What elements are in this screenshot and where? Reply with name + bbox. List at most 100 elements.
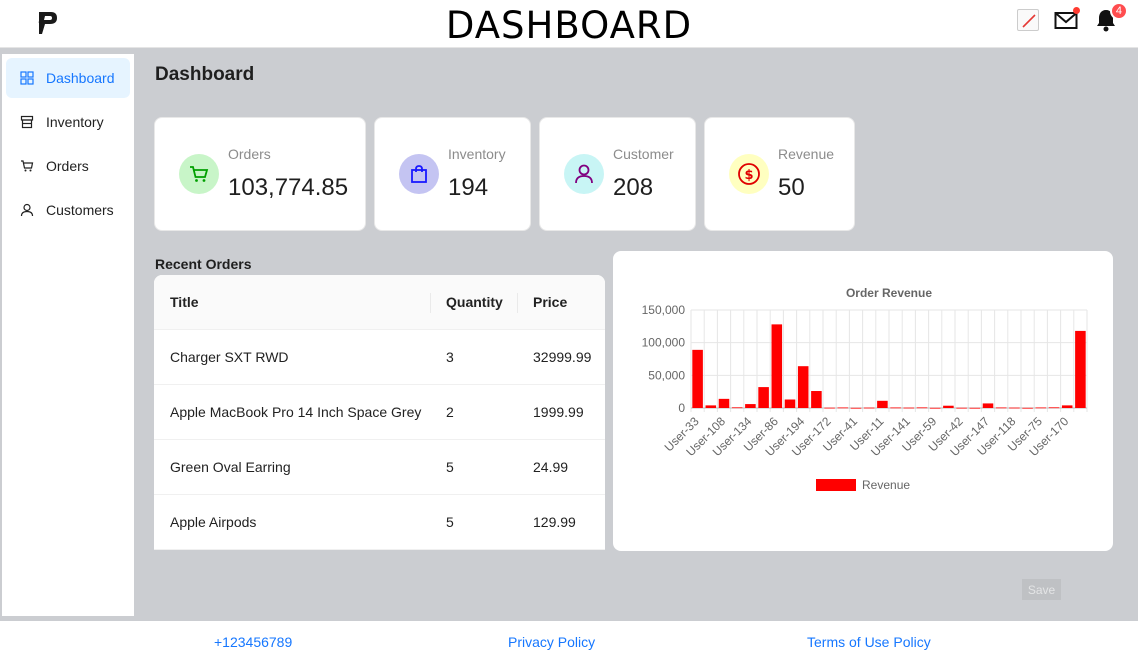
bar [1022,407,1033,409]
sidebar-item-label: Dashboard [46,70,115,86]
bar [982,403,994,408]
recent-orders-title: Recent Orders [155,256,252,272]
cell-quantity: 5 [446,514,454,530]
privacy-policy-link[interactable]: Privacy Policy [508,634,595,650]
edit-button[interactable] [1016,8,1040,32]
stat-card-inventory: Inventory 194 [374,117,531,231]
cell-title: Apple Airpods [170,514,257,530]
cell-quantity: 5 [446,459,454,475]
bar [1075,330,1086,408]
bar [929,407,941,409]
bar [943,405,954,408]
bar [718,398,730,408]
table-row[interactable]: Apple MacBook Pro 14 Inch Space Grey 2 1… [154,385,605,440]
app-title: DASHBOARD [445,4,693,47]
y-tick-label: 150,000 [642,303,686,317]
cell-title: Apple MacBook Pro 14 Inch Space Grey [170,404,422,420]
bar [692,349,703,408]
stat-card-orders: Orders 103,774.85 [154,117,366,231]
bar [863,407,875,409]
dollar-circle-icon: $ [729,154,769,194]
bar [745,404,756,408]
stat-label: Revenue [778,146,835,162]
stat-value: 194 [448,174,489,201]
header-actions: 4 [1016,2,1128,32]
stat-card-customer: Customer 208 [539,117,696,231]
bar [797,366,809,408]
sidebar-item-label: Inventory [46,114,104,130]
grid-icon [20,71,34,85]
cell-price: 32999.99 [533,349,592,365]
sidebar-item-label: Customers [46,202,114,218]
notification-badge: 4 [1109,2,1128,20]
cell-price: 1999.99 [533,404,584,420]
sidebar-item-inventory[interactable]: Inventory [6,102,130,142]
y-tick-label: 100,000 [642,336,686,350]
bar [877,400,888,408]
sidebar-item-dashboard[interactable]: Dashboard [6,58,130,98]
order-revenue-chart: Order Revenue050,000100,000150,000User-3… [642,286,1088,492]
bar [837,407,849,409]
user-icon [20,203,34,217]
bar [824,407,835,409]
stat-value: 50 [778,174,805,201]
stat-value: 103,774.85 [228,174,349,201]
bar [1009,407,1020,409]
table-row[interactable]: Charger SXT RWD 3 32999.99 [154,330,605,385]
bar [969,407,981,409]
stat-label: Customer [613,146,674,162]
stat-label: Inventory [448,146,506,162]
column-header-title: Title [170,294,199,310]
cell-title: Green Oval Earring [170,459,291,475]
bar [850,407,862,409]
save-button[interactable]: Save [1022,579,1061,600]
bar [811,391,822,408]
terms-of-use-link[interactable]: Terms of Use Policy [807,634,931,650]
sidebar-item-customers[interactable]: Customers [6,190,130,230]
legend-label: Revenue [862,478,910,492]
recent-orders-table: Title Quantity Price Charger SXT RWD 3 3… [154,275,605,550]
bar [1061,405,1073,408]
phone-link[interactable]: +123456789 [214,634,292,650]
sidebar-item-label: Orders [46,158,89,174]
notifications-button[interactable]: 4 [1094,2,1128,32]
bar [758,387,769,408]
bar [784,399,796,408]
y-tick-label: 0 [678,401,685,415]
cart-icon [21,160,34,172]
stat-card-revenue: $ Revenue 50 [704,117,855,231]
table-row[interactable]: Green Oval Earring 5 24.99 [154,440,605,495]
mail-unread-dot [1073,7,1080,14]
bar [903,407,915,409]
cell-title: Charger SXT RWD [170,349,289,365]
sidebar: Dashboard Inventory Orders Customers [2,54,134,616]
bar [771,324,783,408]
table-header: Title Quantity Price [154,275,605,330]
column-header-price: Price [517,275,605,329]
chart-title: Order Revenue [846,286,932,300]
shop-icon [20,115,34,129]
order-revenue-chart-card: Order Revenue 0 50,000 100,000 150,000 User-3… [613,251,1113,551]
cell-quantity: 3 [446,349,454,365]
user-icon [564,154,604,194]
stat-label: Orders [228,146,271,162]
svg-text:$: $ [744,168,753,183]
legend-swatch [816,479,856,491]
top-header: DASHBOARD 4 [0,0,1138,48]
edit-icon [1017,9,1039,31]
bar [995,407,1007,409]
cell-price: 129.99 [533,514,576,530]
shopping-bag-icon [399,154,439,194]
page-title: Dashboard [155,64,255,85]
sidebar-item-orders[interactable]: Orders [6,146,130,186]
bar [705,405,717,408]
bar [890,407,901,409]
table-row[interactable]: Apple Airpods 5 129.99 [154,495,605,550]
bar [916,407,928,409]
cart-icon [179,154,219,194]
bar [1035,407,1047,409]
bar [731,407,743,409]
stat-value: 208 [613,174,654,201]
bar [1048,407,1060,409]
mail-button[interactable] [1054,7,1080,32]
